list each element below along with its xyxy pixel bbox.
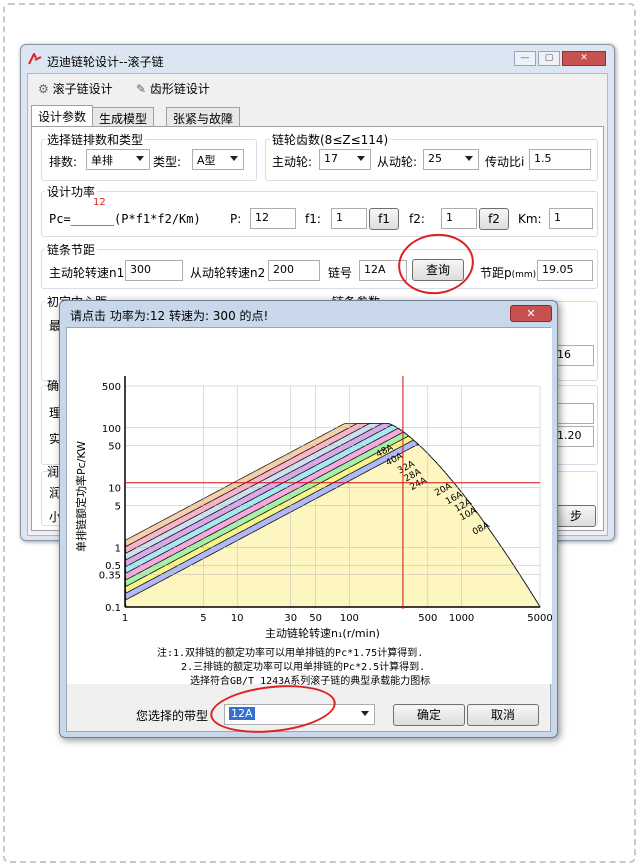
chevron-down-icon [136,156,144,161]
dialog-title: 请点击 功率为:12 转速为: 300 的点! [70,309,269,323]
p-label: P: [230,212,242,226]
y-tick-label: 50 [108,442,121,453]
y-axis-label: 单排链额定功率Pc/KW [74,441,88,552]
next-step-button[interactable]: 步 [556,505,596,527]
minimize-button[interactable]: — [514,51,536,66]
x-tick-label: 1000 [449,613,474,624]
note-1: 注:1.双排链的额定功率可以用单排链的Pc*1.75计算得到. [157,648,424,659]
tooth-chain-tool[interactable]: ✎ 齿形链设计 [136,80,210,97]
driver-teeth-select[interactable]: 17 [319,149,371,170]
f2-input[interactable]: 1 [441,208,477,229]
x-tick-label: 50 [309,613,322,624]
confirm-partial-label: 确 [47,379,60,393]
tooth-chain-label: 齿形链设计 [149,82,210,96]
y-tick-label: 5 [115,501,121,512]
x-tick-label: 30 [284,613,297,624]
f2-button[interactable]: f2 [479,208,509,230]
pitch-label-wrap: 节距p(mm) [480,264,536,281]
y-tick-label: 10 [108,484,121,495]
driver-teeth-value: 17 [324,152,338,165]
rows-select[interactable]: 单排 [86,149,150,170]
f1-label: f1: [305,212,321,226]
app-logo-icon [28,53,42,65]
pitch-title: 链条节距 [45,241,98,258]
x-tick-label: 5000 [527,613,552,624]
ratio-label: 传动比i [485,155,525,169]
wrench-icon: ✎ [136,82,147,96]
type-select[interactable]: A型 [192,149,244,170]
note-3: 选择符合GB/T 1243A系列滚子链的典型承载能力图标 [190,676,431,687]
f1-button[interactable]: f1 [369,208,399,230]
pitch-input[interactable]: 19.05 [537,260,593,281]
y-tick-label: 0.1 [105,603,121,614]
dialog-body: 1 5 10 30 50 100 500 1000 5000 0.1 0.35 0.5 1 5 10 50 10… [66,327,553,732]
x-tick-label: 10 [231,613,244,624]
cancel-button[interactable]: 取消 [467,704,539,726]
y-tick-label: 100 [102,424,121,435]
power-title: 设计功率 [45,183,98,200]
note-2: 2.三排链的额定功率可以用单排链的Pc*2.5计算得到. [181,662,426,673]
window-title: 迈迪链轮设计--滚子链 [47,55,164,69]
x-tick-label: 1 [122,613,128,624]
gear-icon: ⚙ [38,82,49,96]
teeth-title: 链轮齿数(8≤Z≤114) [270,131,391,148]
n1-label: 主动轮转速n1 [49,266,125,280]
y-tick-label: 0.5 [105,561,121,572]
tab-design-params[interactable]: 设计参数 [31,105,94,127]
driven-teeth-label: 从动轮: [377,155,418,169]
driven-teeth-value: 25 [428,152,442,165]
ratio-input[interactable]: 1.5 [529,149,591,170]
chevron-down-icon [357,156,365,161]
p-input[interactable]: 12 [250,208,296,229]
power-speed-chart[interactable]: 1 5 10 30 50 100 500 1000 50000.10.350.515105010… [67,328,553,684]
tab-tension-fault[interactable]: 张紧与故障 [166,107,241,126]
km-input[interactable]: 1 [549,208,593,229]
roller-chain-label: 滚子链设计 [52,82,113,96]
chevron-down-icon [361,711,369,716]
y-tick-label: 1 [115,543,121,554]
lube-partial-title: 润 [47,465,60,479]
type-label: 类型: [153,155,182,169]
theory-partial-input[interactable] [552,403,594,424]
driven-teeth-select[interactable]: 25 [423,149,479,170]
f1-input[interactable]: 1 [331,208,367,229]
x-tick-label: 5 [200,613,206,624]
pitch-unit: (mm) [511,270,537,280]
x-axis-label: 主动链轮转速n₁(r/min) [265,626,380,640]
pc-formula: Pc=______(P*f1*f2/Km) [49,212,201,226]
maximize-button[interactable]: ▢ [538,51,560,66]
driver-teeth-label: 主动轮: [272,155,313,169]
dialog-close-button[interactable]: ✕ [510,305,552,322]
close-button[interactable]: ✕ [562,51,606,66]
roller-chain-tool[interactable]: ⚙ 滚子链设计 [38,80,113,97]
n2-input[interactable]: 200 [268,260,320,281]
tab-generate-model[interactable]: 生成模型 [92,107,155,126]
y-tick-label: 500 [102,382,121,393]
km-label: Km: [518,212,542,226]
n1-input[interactable]: 300 [125,260,183,281]
chart-dialog: 请点击 功率为:12 转速为: 300 的点! ✕ 1 5 10 30 50 100 500… [59,300,558,738]
type-value: A型 [197,154,216,167]
chevron-down-icon [230,156,238,161]
f2-label: f2: [409,212,425,226]
rows-value: 单排 [91,154,113,167]
ok-button[interactable]: 确定 [393,704,465,726]
chain-no-label: 链号 [328,266,353,280]
center-partial-input[interactable]: 16 [552,345,594,366]
chain-type-title: 选择链排数和类型 [45,131,146,148]
chevron-down-icon [465,156,473,161]
x-tick-label: 500 [418,613,437,624]
rows-label: 排数: [49,155,78,169]
n2-label: 从动轮转速n2 [190,266,266,280]
pitch-label: 节距p [480,266,512,280]
actual-partial-input[interactable]: 1.20 [552,426,594,447]
chart-area[interactable]: 1 5 10 30 50 100 500 1000 5000 0.1 0.35 0.5 1 5 10 50 10… [67,328,553,684]
selected-type-label: 您选择的带型 [136,709,209,723]
x-tick-label: 100 [340,613,359,624]
pc-value-superscript: 12 [93,197,106,208]
